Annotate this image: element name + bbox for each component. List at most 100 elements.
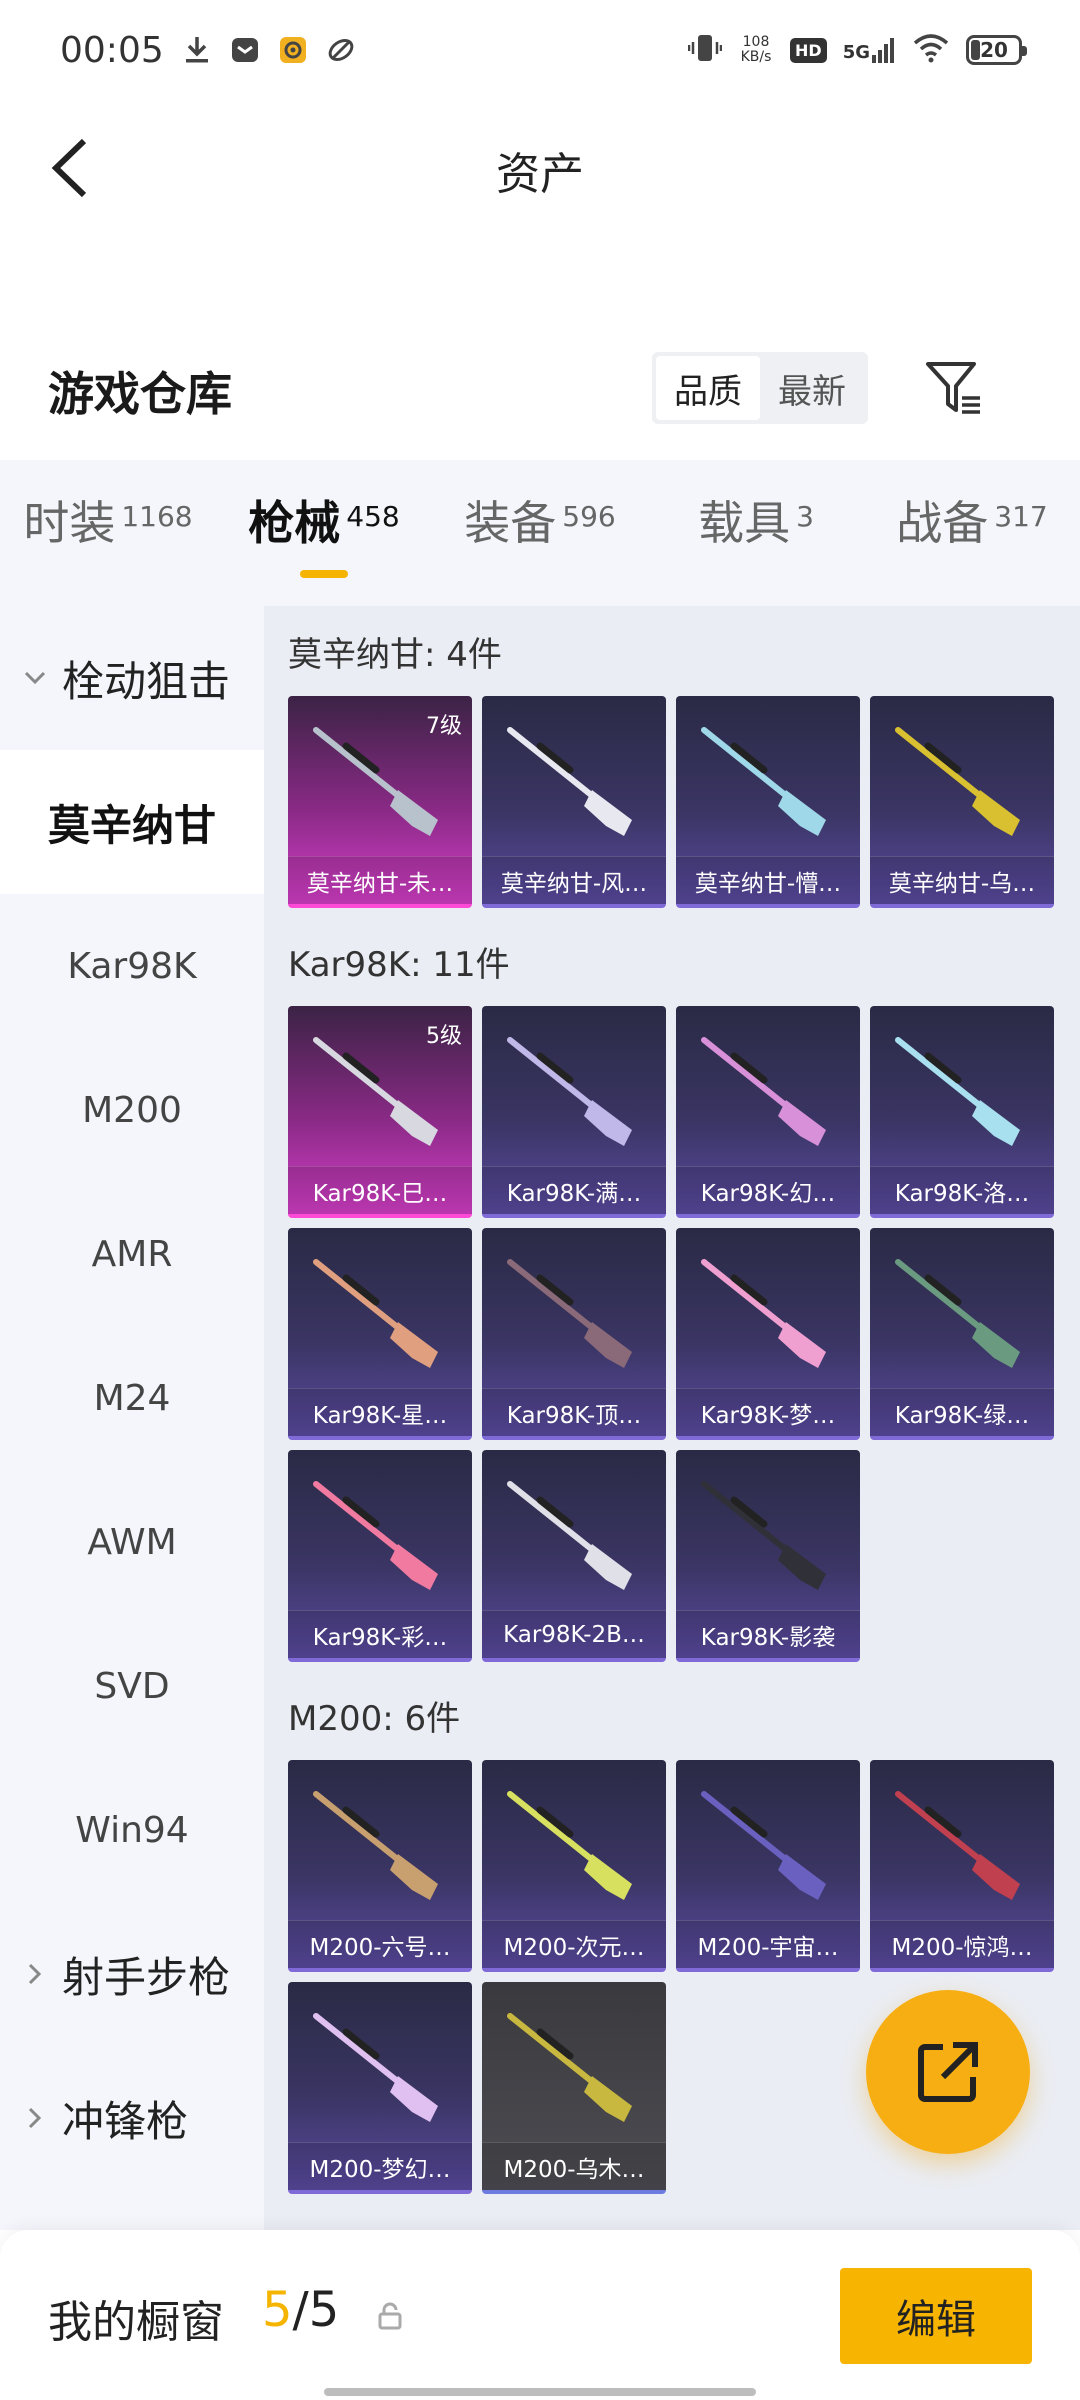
skin-card[interactable]: M200-次元… (482, 1760, 666, 1972)
showcase-bar: 我的橱窗 5/5 编辑 (0, 2230, 1080, 2400)
edit-button[interactable]: 编辑 (840, 2268, 1032, 2364)
filter-icon (926, 362, 980, 414)
sidebar-group-bolt-action[interactable]: 栓动狙击 (0, 606, 264, 750)
tab-vehicles[interactable]: 载具 3 (648, 460, 864, 580)
page-title: 资产 (496, 149, 584, 200)
filter-button[interactable] (920, 352, 988, 424)
tab-firearms[interactable]: 枪械 458 (216, 460, 432, 580)
skin-name: Kar98K-绿… (870, 1388, 1054, 1436)
status-bar: 00:05 108 KB/s HD 5G 20 (0, 0, 1080, 100)
section-kar98k: Kar98K: 11件 5级 Kar98K-巳… Kar98K-满… Kar98K-幻… (264, 916, 1080, 1662)
network-type: 5G (842, 42, 870, 63)
showcase-total: 5 (308, 2282, 340, 2338)
skin-card[interactable]: M200-宇宙… (676, 1760, 860, 1972)
network-speed: 108 KB/s (738, 35, 774, 65)
lock-icon (378, 2302, 402, 2330)
skin-name: Kar98K-洛… (870, 1166, 1054, 1214)
skin-card[interactable]: Kar98K-星… (288, 1228, 472, 1440)
rifle-stock (778, 1544, 826, 1590)
sidebar-item-mosin[interactable]: 莫辛纳甘 (0, 750, 264, 894)
rifle-barrel (701, 1259, 797, 1337)
weapon-category-sidebar: 栓动狙击 莫辛纳甘 Kar98K M200 AMR M24 AWM SVD Wi… (0, 606, 264, 2230)
skin-card[interactable]: Kar98K-2B… (482, 1450, 666, 1662)
skin-card[interactable]: Kar98K-满… (482, 1006, 666, 1218)
skin-card[interactable]: 5级 Kar98K-巳… (288, 1006, 472, 1218)
sidebar-item-m200[interactable]: M200 (0, 1038, 264, 1182)
skin-name: M200-乌木… (482, 2142, 666, 2190)
skin-card[interactable]: Kar98K-绿… (870, 1228, 1054, 1440)
signal-bars-icon (872, 38, 894, 63)
tab-equipment[interactable]: 装备 596 (432, 460, 648, 580)
rifle-stock (390, 1854, 438, 1900)
skin-card[interactable]: Kar98K-顶… (482, 1228, 666, 1440)
sort-by-quality[interactable]: 品质 (656, 356, 760, 420)
skin-card[interactable]: Kar98K-梦… (676, 1228, 860, 1440)
skin-name: Kar98K-彩… (288, 1610, 472, 1658)
share-button[interactable] (866, 1990, 1030, 2154)
sidebar-item-amr[interactable]: AMR (0, 1182, 264, 1326)
sort-by-newest[interactable]: 最新 (760, 356, 864, 420)
rifle-stock (390, 1322, 438, 1368)
download-icon (182, 35, 212, 65)
skin-name: M200-惊鸿… (870, 1920, 1054, 1968)
rifle-barrel (701, 1481, 797, 1559)
warehouse-title: 游戏仓库 (48, 367, 232, 421)
skin-card[interactable]: 莫辛纳甘-乌… (870, 696, 1054, 908)
rifle-barrel (507, 1259, 603, 1337)
skin-card[interactable]: M200-六号… (288, 1760, 472, 1972)
sidebar-group-smg[interactable]: 冲锋枪 (0, 2046, 264, 2190)
showcase-separator: / (292, 2282, 309, 2338)
skin-card[interactable]: 莫辛纳甘-风… (482, 696, 666, 908)
rifle-icon (895, 1259, 1020, 1368)
skin-card[interactable]: Kar98K-影袭 (676, 1450, 860, 1662)
clock: 00:05 (60, 29, 164, 71)
sidebar-item-kar98k[interactable]: Kar98K (0, 894, 264, 1038)
skin-grid: 7级 莫辛纳甘-未… 莫辛纳甘-风… 莫辛纳甘-懵… 莫辛纳甘-乌… (264, 696, 1080, 908)
skin-card[interactable]: Kar98K-幻… (676, 1006, 860, 1218)
skin-card[interactable]: Kar98K-洛… (870, 1006, 1054, 1218)
skin-card[interactable]: M200-惊鸿… (870, 1760, 1054, 1972)
share-icon (918, 2042, 978, 2102)
rifle-icon (701, 1037, 826, 1146)
status-right: 108 KB/s HD 5G 20 (687, 31, 1027, 69)
sidebar-item-m24[interactable]: M24 (0, 1326, 264, 1470)
active-tab-indicator (300, 570, 348, 578)
chevron-right-icon (20, 2106, 50, 2130)
rifle-icon (313, 1481, 438, 1590)
skin-card[interactable]: Kar98K-彩… (288, 1450, 472, 1662)
skin-card[interactable]: M200-乌木… (482, 1982, 666, 2194)
status-left: 00:05 (60, 30, 356, 71)
tab-count: 458 (346, 500, 400, 533)
network-speed-value: 108 (742, 34, 770, 50)
sidebar-item-win94[interactable]: Win94 (0, 1758, 264, 1902)
skin-name: Kar98K-2B… (482, 1610, 666, 1658)
sidebar-group-marksman-rifle[interactable]: 射手步枪 (0, 1902, 264, 2046)
skin-name: Kar98K-梦… (676, 1388, 860, 1436)
tab-fashion[interactable]: 时装 1168 (0, 460, 216, 580)
rifle-barrel (507, 1037, 603, 1115)
skin-card[interactable]: 莫辛纳甘-懵… (676, 696, 860, 908)
rifle-stock (778, 790, 826, 836)
skin-name: M200-宇宙… (676, 1920, 860, 1968)
tab-supplies[interactable]: 战备 317 (864, 460, 1080, 580)
skin-name: 莫辛纳甘-乌… (870, 856, 1054, 904)
home-indicator[interactable] (324, 2388, 756, 2396)
skin-card[interactable]: 7级 莫辛纳甘-未… (288, 696, 472, 908)
rifle-icon (507, 1037, 632, 1146)
showcase-count: 5/5 (262, 2282, 339, 2338)
message-app-icon (230, 35, 260, 65)
skin-name: 莫辛纳甘-未… (288, 856, 472, 904)
sidebar-group-label: 冲锋枪 (62, 2096, 189, 2146)
skin-card[interactable]: M200-梦幻… (288, 1982, 472, 2194)
rifle-stock (584, 1322, 632, 1368)
skin-name: M200-六号… (288, 1920, 472, 1968)
rifle-barrel (895, 1791, 991, 1869)
rifle-icon (313, 1791, 438, 1900)
sidebar-item-awm[interactable]: AWM (0, 1470, 264, 1614)
rifle-stock (584, 1100, 632, 1146)
tab-label: 战备 (896, 496, 989, 550)
rifle-barrel (507, 1481, 603, 1559)
sidebar-item-svd[interactable]: SVD (0, 1614, 264, 1758)
rifle-icon (507, 727, 632, 836)
vibrate-icon (687, 31, 723, 69)
